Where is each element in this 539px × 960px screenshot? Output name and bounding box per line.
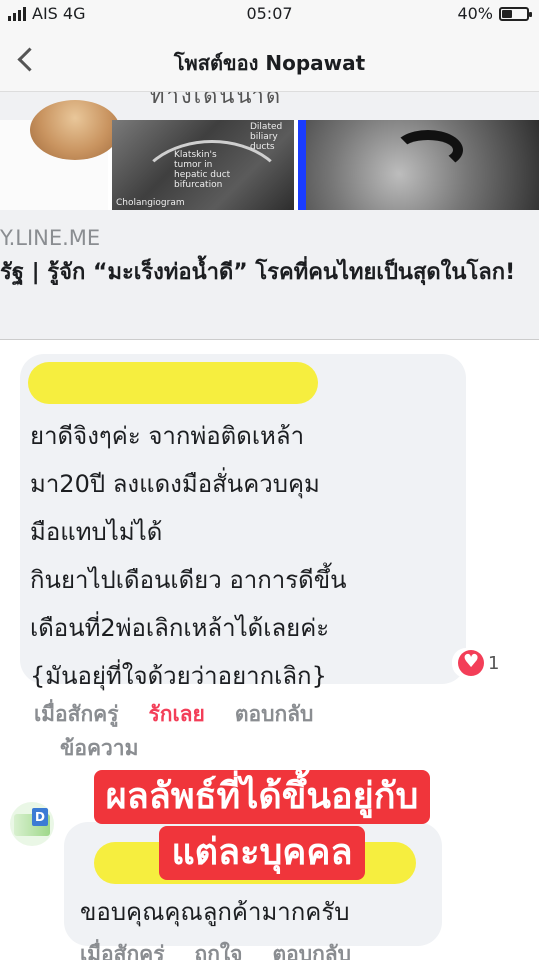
reply-actions: เมื่อสักครู่ ถูกใจ ตอบกลับ <box>80 938 351 960</box>
disclaimer-line: ผลลัพธ์ที่ได้ขึ้นอยู่กับ <box>93 770 431 824</box>
link-image-strip[interactable]: Dilated biliary ducts Klatskin's tumor i… <box>0 100 539 210</box>
disclaimer-line: แต่ละบุคคล <box>159 826 365 880</box>
comment-actions: เมื่อสักครู่ รักเลย ตอบกลับ <box>34 698 313 731</box>
comment-text: ยาดีจิงๆค่ะ จากพ่อติดเหล้า มา20ปี ลงแดงม… <box>30 412 347 700</box>
organ-shape <box>30 100 120 160</box>
avatar[interactable]: D <box>10 802 54 846</box>
comment-time: เมื่อสักครู่ <box>34 702 119 726</box>
comment-line: มือแทบไม่ได้ <box>30 518 163 546</box>
cholangiogram-image: Dilated biliary ducts Klatskin's tumor i… <box>112 120 294 210</box>
disclaimer-banner: ผลลัพธ์ที่ได้ขึ้นอยู่กับ แต่ละบุคคล <box>54 770 470 880</box>
post-content[interactable]: ทางเดินน้ำดี Dilated biliary ducts Klats… <box>0 92 539 960</box>
status-right: 40% <box>457 4 532 23</box>
battery-percent: 40% <box>457 4 493 23</box>
battery-fill <box>502 9 512 18</box>
reply-text: ขอบคุณคุณลูกค้ามากครับ <box>80 898 350 926</box>
battery-icon <box>499 6 532 21</box>
organ-illustration <box>0 100 120 210</box>
comment-line: เดือนที่2พ่อเลิกเหล้าได้เลยค่ะ <box>30 614 330 642</box>
reply-time: เมื่อสักครู่ <box>80 942 165 960</box>
reaction-count: 1 <box>488 652 500 674</box>
dilated-ducts-label: Dilated biliary ducts <box>250 122 283 152</box>
love-reaction-icon <box>458 650 484 676</box>
shared-link-card[interactable]: ทางเดินน้ำดี Dilated biliary ducts Klats… <box>0 92 539 340</box>
reply-button[interactable]: ตอบกลับ <box>235 698 314 731</box>
avatar-tag: D <box>32 808 48 826</box>
nav-bar: โพสต์ของ Nopawat <box>0 28 539 92</box>
stent-shape <box>393 130 463 170</box>
comment-bubble[interactable]: ยาดีจิงๆค่ะ จากพ่อติดเหล้า มา20ปี ลงแดงม… <box>20 354 466 690</box>
message-button[interactable]: ข้อความ <box>60 732 138 765</box>
reaction-summary[interactable]: 1 <box>452 648 506 678</box>
redacted-name <box>28 362 318 404</box>
status-bar: AIS 4G 05:07 40% <box>0 0 539 28</box>
like-button[interactable]: ถูกใจ <box>195 938 243 960</box>
comment-line: {มันอยุ่ที่ใจด้วยว่าอยากเลิก} <box>30 662 327 690</box>
link-title[interactable]: รัฐ | รู้จัก “มะเร็งท่อน้ำดี” โรคที่คนไท… <box>0 256 520 290</box>
link-domain: Y.LINE.ME <box>0 226 101 250</box>
cholangiogram-label: Cholangiogram <box>116 198 185 208</box>
reply-button[interactable]: ตอบกลับ <box>273 938 352 960</box>
tumor-label: Klatskin's tumor in hepatic duct bifurca… <box>174 150 231 190</box>
comment-line: กินยาไปเดือนเดียว อาการดีขึ้น <box>30 566 347 594</box>
comment-line: ยาดีจิงๆค่ะ จากพ่อติดเหล้า <box>30 422 305 450</box>
comment-line: มา20ปี ลงแดงมือสั่นควบคุม <box>30 470 320 498</box>
page-title: โพสต์ของ Nopawat <box>173 51 366 75</box>
cut-off-caption: ทางเดินน้ำดี <box>150 92 283 109</box>
xray-image <box>298 120 539 210</box>
love-button[interactable]: รักเลย <box>149 698 205 731</box>
